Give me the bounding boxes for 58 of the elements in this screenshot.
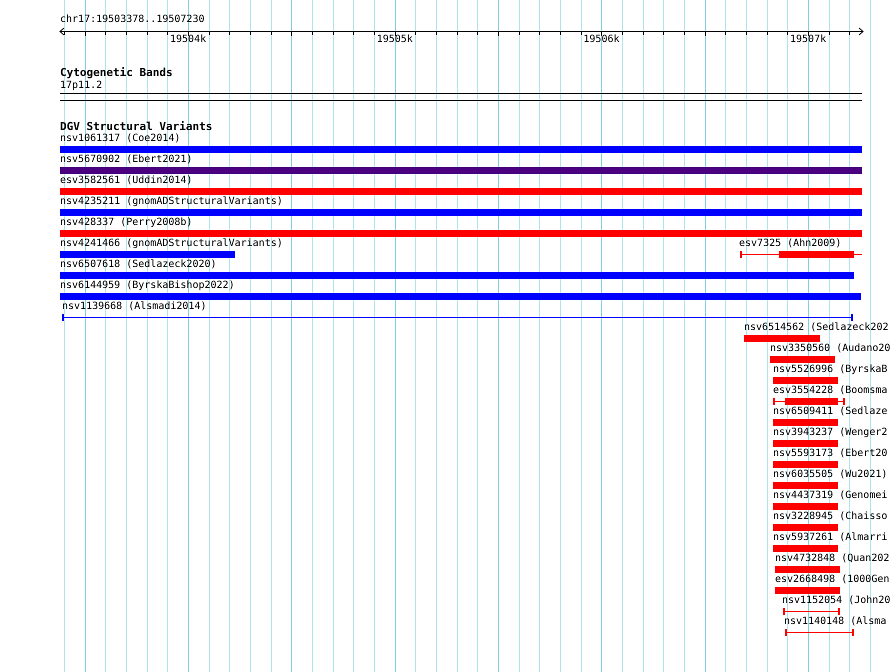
variant-label: nsv1061317 (Coe2014) [60,133,180,145]
variant-bar[interactable] [744,335,820,342]
variant-label: nsv6509411 (Sedlaze [773,406,888,418]
variant-bar[interactable] [60,230,862,237]
variant-bar[interactable] [773,545,838,552]
tick-label: 19506k [583,34,620,46]
variant-label: nsv4241466 (gnomADStructuralVariants) [60,238,283,250]
variant-label: esv2668498 (1000Gen [775,574,890,586]
variant-label: nsv6507618 (Sedlazeck2020) [60,259,217,271]
variant-line[interactable] [783,608,840,615]
variant-bar[interactable] [773,524,838,531]
variant-label: nsv3943237 (Wenger2 [773,427,888,439]
band-label: 17p11.2 [60,80,102,92]
variant-bar[interactable] [60,188,862,195]
variant-line[interactable] [62,314,853,321]
variant-label: nsv3228945 (Chaisso [773,511,888,523]
variant-bar[interactable] [60,251,235,258]
variant-bar[interactable] [60,209,862,216]
variant-label: esv7325 (Ahn2009) [739,238,842,250]
variant-bar[interactable] [770,356,835,363]
variant-label: nsv1139668 (Alsmadi2014) [62,301,206,313]
variant-line[interactable] [740,251,862,258]
variant-bar[interactable] [60,146,862,153]
variant-line[interactable] [773,398,845,405]
variant-label: nsv6514562 (Sedlazeck202 [744,322,888,334]
variant-label: nsv1152054 (John20 [782,595,890,607]
variant-bar[interactable] [773,377,838,384]
track-title: DGV Structural Variants [60,121,212,133]
variant-label: nsv5670902 (Ebert2021) [60,154,192,166]
variant-bar[interactable] [60,293,861,300]
variant-bar[interactable] [773,461,838,468]
variant-label: esv3582561 (Uddin2014) [60,175,192,187]
variant-label: nsv5593173 (Ebert20 [773,448,888,460]
variant-bar[interactable] [775,587,840,594]
location-label: chr17:19503378..19507230 [60,14,204,26]
variant-bar[interactable] [60,167,862,174]
variant-label: nsv4437319 (Genomei [773,490,888,502]
variant-label: nsv5526996 (ByrskaB [773,364,888,376]
variant-label: nsv6035505 (Wu2021) [773,469,888,481]
variant-label: nsv4732848 (Quan202 [775,553,890,565]
variant-label: esv3554228 (Boomsma [773,385,888,397]
track-title: Cytogenetic Bands [60,67,173,79]
variant-label: nsv1140148 (Alsma [784,616,886,628]
variant-bar[interactable] [775,566,840,573]
tick-label: 19504k [170,34,206,46]
variant-label: nsv428337 (Perry2008b) [60,217,192,229]
variant-bar[interactable] [773,482,838,489]
variant-label: nsv4235211 (gnomADStructuralVariants) [60,196,283,208]
tick-label: 19507k [790,34,826,46]
tick-label: 19505k [376,34,413,46]
variant-label: nsv3350560 (Audano20 [770,343,890,355]
variant-bar[interactable] [773,503,838,510]
variant-label: nsv5937261 (Almarri [773,532,888,544]
variant-bar[interactable] [773,440,838,447]
variant-bar[interactable] [60,272,854,279]
variant-line[interactable] [785,629,854,636]
variant-label: nsv6144959 (ByrskaBishop2022) [60,280,235,292]
variant-bar[interactable] [773,419,838,426]
